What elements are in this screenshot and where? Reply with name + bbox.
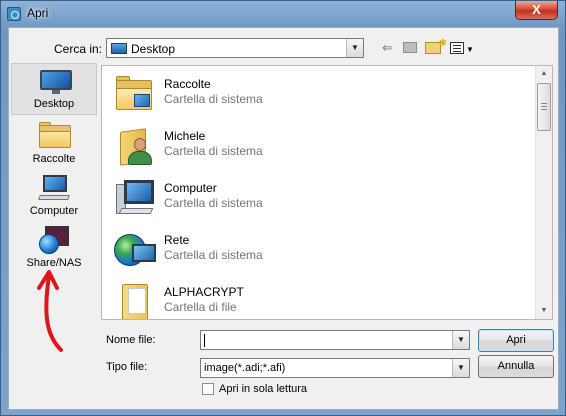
item-type: Cartella di sistema (164, 248, 263, 262)
list-item-raccolte[interactable]: Raccolte Cartella di sistema (102, 68, 522, 120)
list-item-michele[interactable]: Michele Cartella di sistema (102, 120, 522, 172)
text-caret (204, 334, 205, 347)
list-item-alphacrypt[interactable]: ALPHACRYPT Cartella di file (102, 276, 522, 319)
place-computer[interactable]: Computer (11, 169, 97, 221)
app-icon (7, 7, 21, 21)
filetype-value: image(*.adi;*.afi) (204, 362, 286, 374)
up-folder-icon[interactable] (403, 42, 417, 53)
close-button[interactable]: X (515, 1, 558, 20)
computer-icon (38, 175, 71, 201)
filename-input[interactable]: ▼ (200, 330, 470, 350)
list-item-rete[interactable]: Rete Cartella di sistema (102, 224, 522, 276)
filename-label: Nome file: (106, 334, 156, 346)
place-libraries[interactable]: Raccolte (11, 117, 97, 169)
item-type: Cartella di sistema (164, 196, 263, 210)
item-name: ALPHACRYPT (164, 285, 244, 299)
item-name: Computer (164, 181, 217, 195)
libraries-folder-icon (114, 74, 156, 114)
scroll-thumb[interactable] (537, 83, 551, 131)
look-in-value: Desktop (131, 42, 176, 56)
desktop-icon (40, 70, 72, 94)
look-in-combobox[interactable]: Desktop ▼ (106, 38, 364, 58)
chevron-down-icon[interactable]: ▼ (452, 331, 469, 349)
title-bar[interactable]: Apri X (1, 1, 565, 27)
network-share-icon (39, 226, 71, 254)
item-name: Rete (164, 233, 190, 247)
network-icon (114, 230, 156, 270)
places-bar: Desktop Raccolte Computer Share/NAS (11, 63, 97, 413)
place-label: Computer (29, 205, 79, 217)
scroll-down-icon[interactable]: ▼ (536, 303, 552, 319)
file-folder-icon (114, 282, 156, 319)
item-name: Raccolte (164, 77, 211, 91)
chevron-down-icon[interactable]: ▼ (346, 39, 363, 57)
views-menu-icon[interactable] (450, 42, 464, 54)
file-list[interactable]: Raccolte Cartella di sistema Michele Car… (101, 65, 553, 320)
libraries-icon (39, 122, 71, 148)
item-type: Cartella di sistema (164, 92, 263, 106)
chevron-down-icon[interactable]: ▼ (452, 359, 469, 377)
desktop-icon (111, 43, 127, 54)
open-dialog-window: Apri X Cerca in: Desktop ▼ ⇐ ▼ Desktop R… (0, 0, 566, 416)
list-item-computer[interactable]: Computer Cartella di sistema (102, 172, 522, 224)
item-type: Cartella di sistema (164, 144, 263, 158)
computer-icon (114, 178, 156, 218)
back-arrow-icon[interactable]: ⇐ (382, 39, 393, 57)
filetype-label: Tipo file: (106, 361, 148, 373)
annotation-arrow (37, 270, 63, 352)
readonly-checkbox[interactable] (202, 383, 214, 395)
scroll-up-icon[interactable]: ▲ (536, 66, 552, 82)
user-folder-icon (114, 126, 156, 166)
views-dropdown-arrow-icon[interactable]: ▼ (466, 41, 474, 59)
place-label: Raccolte (32, 153, 76, 165)
item-name: Michele (164, 129, 206, 143)
cancel-button[interactable]: Annulla (478, 355, 554, 378)
item-type: Cartella di file (164, 300, 237, 314)
new-folder-icon[interactable] (425, 35, 447, 54)
place-desktop[interactable]: Desktop (11, 63, 97, 115)
readonly-label[interactable]: Apri in sola lettura (219, 383, 307, 395)
window-title: Apri (27, 6, 49, 20)
dialog-body: Cerca in: Desktop ▼ ⇐ ▼ Desktop Raccolte… (8, 27, 559, 410)
filetype-select[interactable]: image(*.adi;*.afi) ▼ (200, 358, 470, 378)
open-button[interactable]: Apri (478, 329, 554, 352)
vertical-scrollbar[interactable]: ▲ ▼ (535, 66, 552, 319)
place-label: Desktop (33, 98, 75, 110)
look-in-label: Cerca in: (54, 42, 103, 56)
